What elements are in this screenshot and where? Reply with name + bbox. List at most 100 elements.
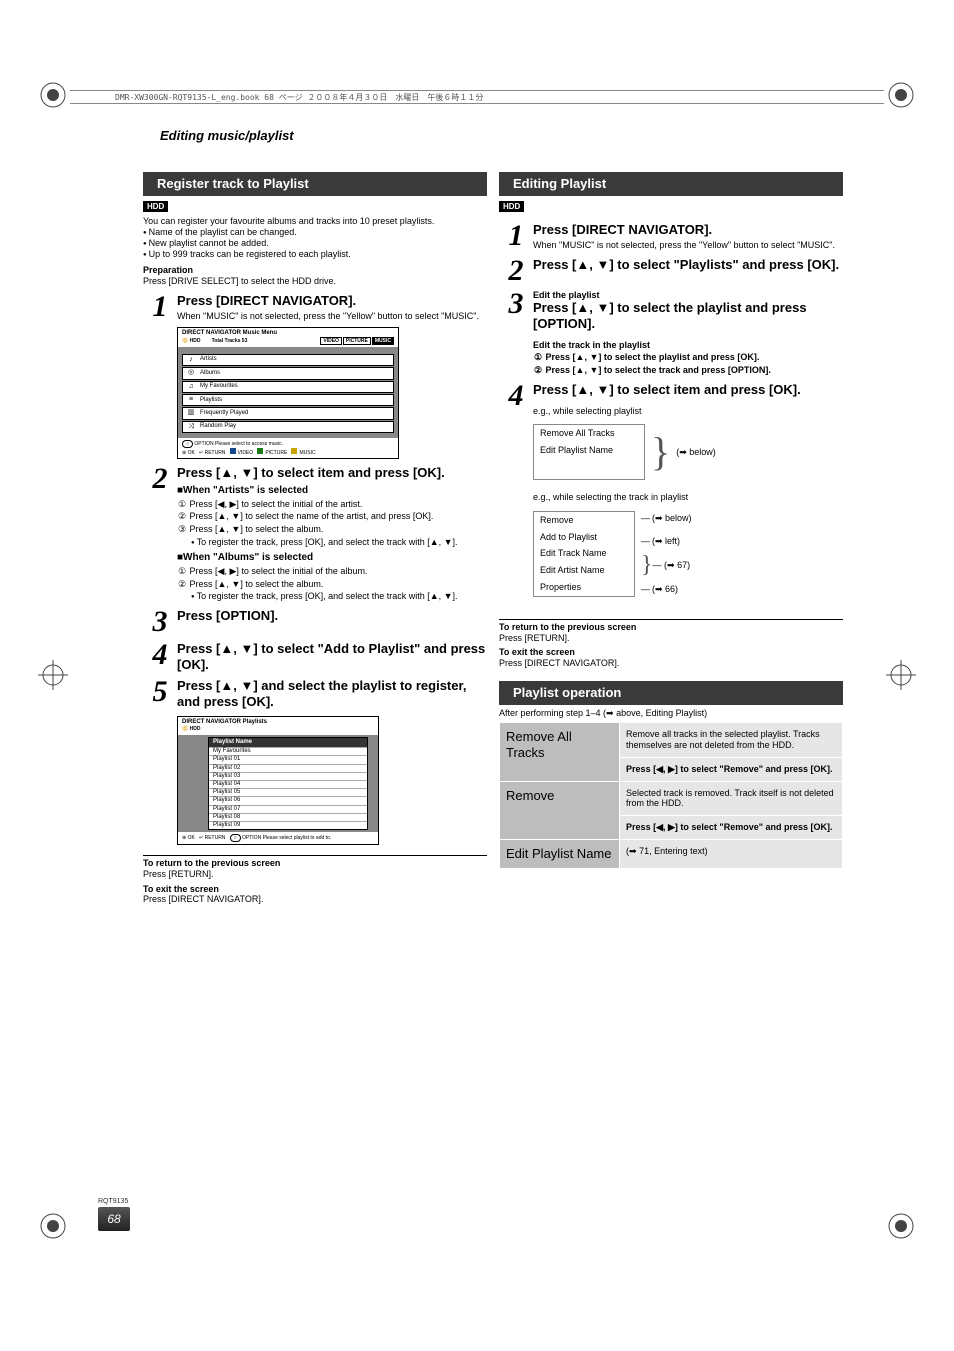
step-heading: Press [DIRECT NAVIGATOR]. <box>177 293 487 309</box>
ui-foot-video: VIDEO <box>238 450 254 456</box>
ui-foot-option: OPTION Please select playlist to add to. <box>242 835 331 841</box>
op-action: Press [◀, ▶] to select "Remove" and pres… <box>620 757 843 781</box>
op-desc: Selected track is removed. Track itself … <box>620 781 843 816</box>
return-text: Press [RETURN]. <box>499 633 843 644</box>
op-name-edit-playlist-name: Edit Playlist Name <box>500 840 620 869</box>
step-number: 3 <box>143 608 177 635</box>
ui-foot-music: MUSIC <box>299 450 315 456</box>
ui-title: DIRECT NAVIGATOR Playlists <box>182 719 267 725</box>
substep-note: To register the track, press [OK], and s… <box>191 591 487 602</box>
crosshair-icon <box>38 660 68 690</box>
ui-table-header: Playlist Name <box>209 738 367 747</box>
menu-item: Edit Playlist Name <box>534 442 644 459</box>
print-header-band: DMR-XW300GN-RQT9135-L_eng.book 68 ページ ２０… <box>70 90 884 104</box>
context-menu: Remove All Tracks Edit Playlist Name <box>533 424 645 480</box>
disc-icon: ◎ <box>186 369 196 377</box>
preparation-text: Press [DRIVE SELECT] to select the HDD d… <box>143 276 487 287</box>
step-number: 4 <box>143 641 177 668</box>
ui-row: Random Play <box>200 423 236 430</box>
registration-mark-icon <box>886 1211 916 1241</box>
ui-foot-option: OPTION Please select to access music. <box>194 441 283 447</box>
ui-tab-music: MUSIC <box>372 337 394 345</box>
step-heading: Press [▲, ▼] to select the playlist and … <box>533 300 843 331</box>
shuffle-icon: ⤨ <box>186 423 196 431</box>
step-heading: Press [▲, ▼] to select "Playlists" and p… <box>533 257 843 273</box>
callout: (➡ left) <box>652 536 680 547</box>
registration-mark-icon <box>38 80 68 110</box>
preparation-label: Preparation <box>143 265 487 276</box>
heading-playlist-operation: Playlist operation <box>499 681 843 705</box>
substep: Press [▲, ▼] to select the playlist and … <box>546 352 760 362</box>
callout: (➡ 67) <box>664 560 690 571</box>
bullet-item: New playlist cannot be added. <box>143 238 487 249</box>
ui-table-row: Playlist 05 <box>209 788 367 796</box>
step-subtext: When "MUSIC" is not selected, press the … <box>533 240 843 251</box>
divider <box>499 619 843 620</box>
divider <box>143 855 487 856</box>
ui-table-row: Playlist 04 <box>209 780 367 788</box>
step-heading: Press [▲, ▼] to select item and press [O… <box>533 382 843 398</box>
substep: Press [◀, ▶] to select the initial of th… <box>190 499 363 509</box>
op-name-remove: Remove <box>500 781 620 839</box>
brace-icon: } <box>651 442 670 462</box>
ui-table-row: Playlist 01 <box>209 755 367 763</box>
bullet-item: Name of the playlist can be changed. <box>143 227 487 238</box>
substep-note: To register the track, press [OK], and s… <box>191 537 487 548</box>
heading-editing-playlist: Editing Playlist <box>499 172 843 196</box>
ui-tab-video: VIDEO <box>320 337 342 345</box>
exit-heading: To exit the screen <box>143 884 487 895</box>
ui-table-row: Playlist 08 <box>209 813 367 821</box>
ui-foot-ok: OK <box>188 835 195 841</box>
ui-table-row: Playlist 03 <box>209 772 367 780</box>
registration-mark-icon <box>38 1211 68 1241</box>
exit-text: Press [DIRECT NAVIGATOR]. <box>499 658 843 669</box>
callout: (➡ below) <box>652 513 692 524</box>
left-column: Register track to Playlist HDD You can r… <box>143 172 487 905</box>
return-text: Press [RETURN]. <box>143 869 487 880</box>
op-desc: Remove all tracks in the selected playli… <box>620 723 843 758</box>
return-heading: To return to the previous screen <box>499 622 843 633</box>
ui-table-row: Playlist 07 <box>209 805 367 813</box>
menu-item: Edit Track Name <box>534 545 634 562</box>
person-icon: ♪ <box>186 356 196 364</box>
menu-item: Remove <box>534 512 634 529</box>
ui-row: Artists <box>200 356 217 363</box>
heading-register-track: Register track to Playlist <box>143 172 487 196</box>
menu-item: Add to Playlist <box>534 529 634 546</box>
content-area: Register track to Playlist HDD You can r… <box>143 172 843 905</box>
step-sub-heading: Edit the track in the playlist <box>533 340 843 351</box>
step-heading: Press [▲, ▼] and select the playlist to … <box>177 678 487 709</box>
step-number: 4 <box>499 382 533 409</box>
ui-foot-ok: OK <box>188 450 195 456</box>
substep: Press [▲, ▼] to select the track and pre… <box>546 365 771 375</box>
substep: Press [▲, ▼] to select the album. <box>190 524 324 534</box>
chart-icon: ▥ <box>186 409 196 417</box>
right-column: Editing Playlist HDD 1 Press [DIRECT NAV… <box>499 172 843 905</box>
ui-table-row: My Favourites <box>209 747 367 755</box>
registration-mark-icon <box>886 80 916 110</box>
step-number: 2 <box>143 465 177 492</box>
page-title: Editing music/playlist <box>160 128 294 143</box>
ui-sub: HDD <box>190 338 201 344</box>
exit-text: Press [DIRECT NAVIGATOR]. <box>143 894 487 905</box>
after-text: After performing step 1–4 (➡ above, Edit… <box>499 708 843 719</box>
ui-foot-return: RETURN <box>205 835 226 841</box>
page: DMR-XW300GN-RQT9135-L_eng.book 68 ページ ２０… <box>0 0 954 1351</box>
ui-mock-music-menu: DIRECT NAVIGATOR Music Menu 📀 HDD Total … <box>177 327 399 459</box>
note-icon: ♫ <box>186 383 196 391</box>
ui-title: DIRECT NAVIGATOR Music Menu <box>182 330 277 336</box>
context-menu: Remove Add to Playlist Edit Track Name E… <box>533 511 635 597</box>
step-heading: Press [DIRECT NAVIGATOR]. <box>533 222 843 238</box>
step-subtext: When "MUSIC" is not selected, press the … <box>177 311 487 322</box>
return-heading: To return to the previous screen <box>143 858 487 869</box>
step-number: 3 <box>499 290 533 317</box>
ui-table-row: Playlist 02 <box>209 764 367 772</box>
step-number: 1 <box>143 293 177 320</box>
ui-table-row: Playlist 06 <box>209 796 367 804</box>
ui-foot-picture: PICTURE <box>265 450 287 456</box>
hdd-badge: HDD <box>499 201 524 213</box>
menu-item: Edit Artist Name <box>534 562 634 579</box>
page-number-badge: 68 <box>98 1207 130 1231</box>
exit-heading: To exit the screen <box>499 647 843 658</box>
ui-total: Total Tracks 53 <box>212 338 248 344</box>
